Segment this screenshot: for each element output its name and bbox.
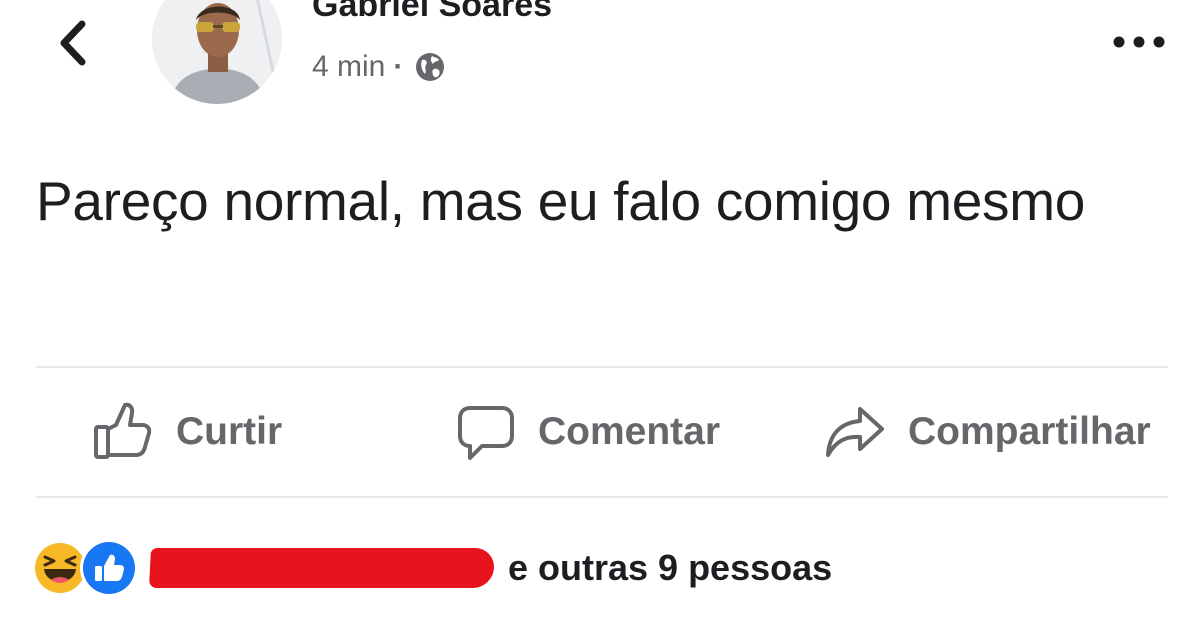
like-reaction-icon	[80, 539, 138, 597]
share-label: Compartilhar	[908, 410, 1151, 453]
reactors-count-text: e outras 9 pessoas	[508, 547, 833, 588]
comment-button[interactable]: Comentar	[456, 400, 720, 464]
post-meta: 4 min ·	[312, 50, 447, 84]
globe-icon	[416, 53, 445, 81]
ellipsis-icon	[1113, 36, 1165, 48]
more-options-button[interactable]	[1104, 22, 1174, 62]
post-view: Gabriel Soares 4 min · Pareço normal, ma…	[0, 0, 1200, 630]
haha-icon	[34, 542, 86, 594]
post-timestamp[interactable]: 4 min	[312, 50, 385, 84]
author-name[interactable]: Gabriel Soares	[312, 0, 552, 25]
share-arrow-icon	[824, 403, 886, 461]
redacted-names	[148, 548, 496, 588]
chevron-left-icon	[60, 20, 86, 66]
comment-label: Comentar	[538, 410, 721, 453]
like-button[interactable]: Curtir	[92, 400, 282, 464]
reactions-summary[interactable]: e outras 9 pessoas	[34, 536, 832, 600]
like-label: Curtir	[176, 410, 283, 453]
thumbs-up-icon	[92, 401, 154, 463]
profile-photo	[152, 0, 282, 104]
divider	[36, 496, 1168, 498]
back-button[interactable]	[48, 18, 98, 68]
avatar[interactable]	[152, 0, 282, 104]
meta-separator: ·	[393, 50, 404, 83]
post-text: Pareço normal, mas eu falo comigo mesmo	[36, 170, 1086, 232]
speech-bubble-icon	[456, 402, 516, 462]
share-button[interactable]: Compartilhar	[824, 400, 1151, 464]
divider	[36, 366, 1168, 368]
